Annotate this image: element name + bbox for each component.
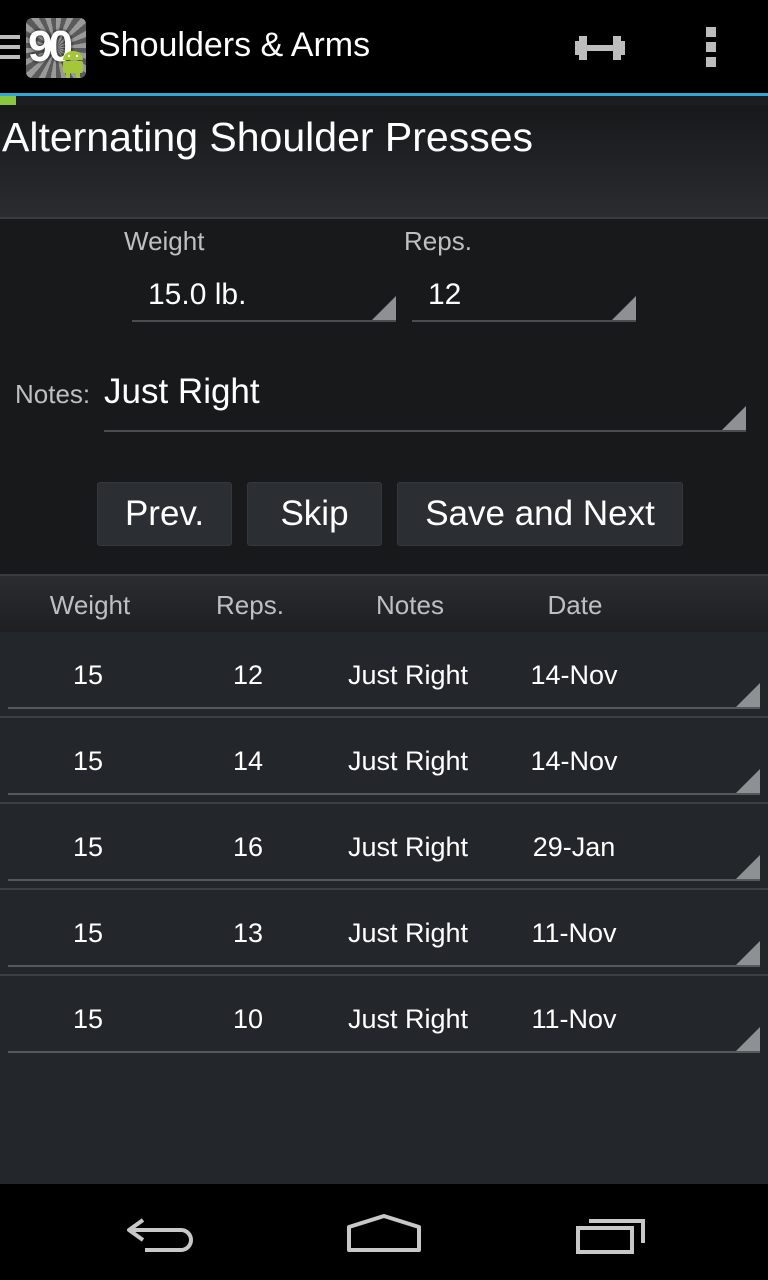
history-reps: 14 [232, 746, 264, 776]
spinner-arrow-icon [736, 941, 760, 965]
history-weight: 15 [72, 660, 104, 690]
recent-apps-icon[interactable] [575, 1215, 647, 1255]
weight-value: 15.0 lb. [148, 278, 247, 311]
spinner-arrow-icon [736, 855, 760, 879]
history-reps: 16 [232, 832, 264, 862]
back-icon[interactable] [125, 1214, 195, 1254]
android-icon [63, 51, 83, 78]
spinner-arrow-icon [736, 1027, 760, 1051]
home-icon[interactable] [346, 1213, 422, 1253]
spinner-arrow-icon [736, 683, 760, 707]
history-weight: 15 [72, 1004, 104, 1034]
reps-spinner[interactable]: 12 [412, 278, 636, 322]
history-weight: 15 [72, 832, 104, 862]
reps-value: 12 [428, 278, 462, 311]
history-date: 14-Nov [530, 746, 618, 776]
history-row[interactable]: 15 10 Just Right 11-Nov [0, 976, 768, 1062]
row-underline [8, 965, 760, 967]
prev-button[interactable]: Prev. [97, 482, 232, 546]
weight-label: Weight [124, 226, 205, 256]
notes-spinner[interactable]: Just Right [104, 372, 746, 432]
spinner-arrow-icon [736, 769, 760, 793]
history-reps: 13 [232, 918, 264, 948]
history-notes: Just Right [347, 660, 469, 690]
action-bar-divider [0, 93, 768, 96]
spinner-arrow-icon [722, 406, 746, 430]
history-notes: Just Right [347, 746, 469, 776]
history-weight: 15 [72, 918, 104, 948]
row-underline [8, 1051, 760, 1053]
save-and-next-button[interactable]: Save and Next [397, 482, 683, 546]
history-date: 11-Nov [531, 1004, 617, 1034]
history-reps: 12 [232, 660, 264, 690]
history-date: 11-Nov [531, 918, 617, 948]
row-underline [8, 707, 760, 709]
column-header-date: Date [547, 590, 603, 620]
notes-value: Just Right [104, 372, 260, 411]
progress-indicator [0, 96, 16, 105]
weight-spinner[interactable]: 15.0 lb. [132, 278, 396, 322]
notes-label: Notes: [15, 379, 91, 409]
drawer-icon[interactable] [0, 35, 20, 61]
exercise-title: Alternating Shoulder Presses [2, 114, 534, 160]
skip-button[interactable]: Skip [247, 482, 382, 546]
history-row[interactable]: 15 16 Just Right 29-Jan [0, 804, 768, 890]
reps-label: Reps. [404, 226, 472, 256]
column-header-weight: Weight [49, 590, 131, 620]
overflow-menu-icon[interactable] [704, 27, 718, 71]
history-date: 14-Nov [530, 660, 618, 690]
history-row[interactable]: 15 14 Just Right 14-Nov [0, 718, 768, 804]
app-title: Shoulders & Arms [98, 26, 371, 64]
row-underline [8, 793, 760, 795]
app-logo-icon[interactable]: 90 [26, 18, 86, 78]
history-date: 29-Jan [532, 832, 616, 862]
dumbbell-icon[interactable] [575, 30, 625, 66]
history-table-header: Weight Reps. Notes Date [0, 576, 768, 632]
history-notes: Just Right [347, 1004, 469, 1034]
column-header-reps: Reps. [216, 590, 284, 620]
history-notes: Just Right [347, 832, 469, 862]
history-row[interactable]: 15 13 Just Right 11-Nov [0, 890, 768, 976]
column-header-notes: Notes [376, 590, 444, 620]
spinner-arrow-icon [612, 296, 636, 320]
spinner-arrow-icon [372, 296, 396, 320]
history-notes: Just Right [347, 918, 469, 948]
history-reps: 10 [232, 1004, 264, 1034]
history-weight: 15 [72, 746, 104, 776]
history-row[interactable]: 15 12 Just Right 14-Nov [0, 632, 768, 718]
list-empty-area [0, 1060, 768, 1184]
row-underline [8, 879, 760, 881]
